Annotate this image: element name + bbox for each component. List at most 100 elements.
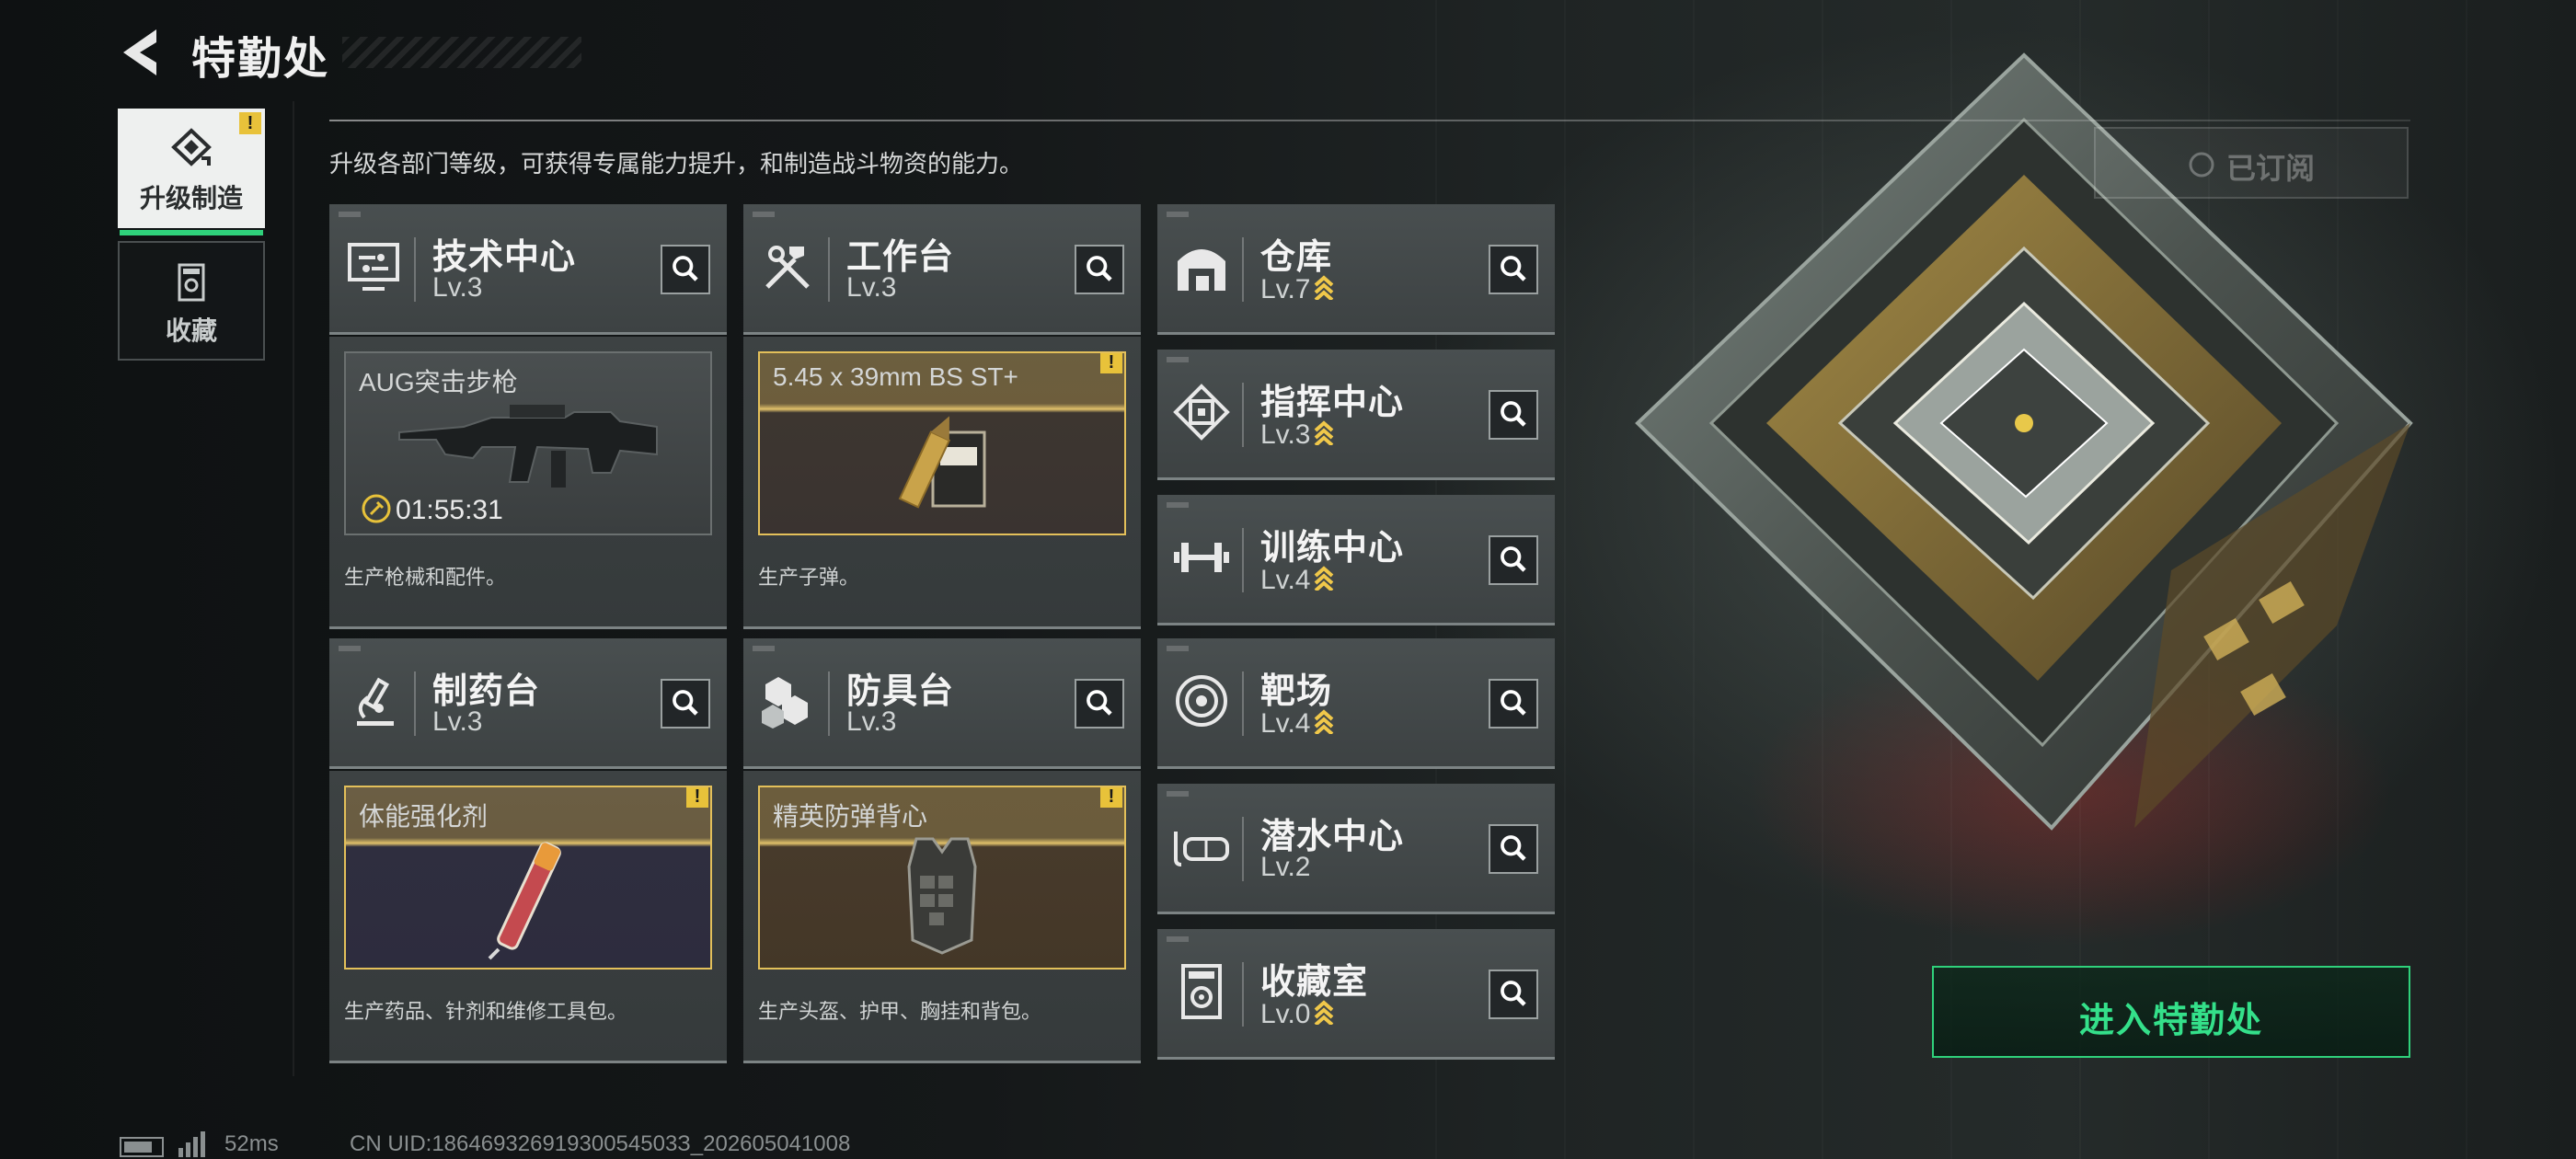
production-description: 生产药品、针剂和维修工具包。: [344, 1000, 628, 1023]
card-decoration: [1167, 936, 1189, 942]
production-item-name: 体能强化剂: [359, 802, 489, 831]
dept-name: 潜水中心: [1260, 818, 1405, 856]
armor-vest-image: [907, 837, 977, 955]
dept-level-text: Lv.3: [432, 272, 483, 303]
dept-level: Lv.3: [432, 272, 482, 304]
collection-room-icon: [1181, 964, 1222, 1019]
dept-level: Lv.3: [432, 706, 482, 738]
search-icon[interactable]: [1489, 245, 1538, 294]
card-divider: [1242, 237, 1244, 302]
aug-rifle-image: [398, 405, 658, 488]
search-icon[interactable]: [1489, 390, 1538, 440]
page-description: 升级各部门等级，可获得专属能力提升，和制造战斗物资的能力。: [329, 150, 1024, 178]
dept-card-armor-bench[interactable]: 防具台 Lv.3: [743, 638, 1141, 769]
tab-collection[interactable]: 收藏: [118, 241, 265, 361]
search-icon[interactable]: [1489, 679, 1538, 729]
dept-level: Lv.2: [1260, 852, 1310, 883]
card-decoration: [1167, 646, 1189, 651]
subscribed-label: 已订阅: [2226, 152, 2316, 185]
dept-card-workbench[interactable]: 工作台 Lv.3: [743, 204, 1141, 335]
search-icon[interactable]: [1489, 970, 1538, 1019]
production-item-vest[interactable]: 精英防弹背心 !: [758, 786, 1126, 970]
upgrade-available-icon: [1315, 420, 1334, 445]
dept-level-text: Lv.4: [1260, 708, 1311, 739]
dept-card-collection-room[interactable]: 收藏室 Lv.0: [1157, 929, 1555, 1060]
card-decoration: [339, 212, 361, 217]
card-divider: [414, 671, 416, 736]
back-arrow-icon[interactable]: [118, 26, 164, 79]
tech-center-icon: [348, 243, 399, 291]
dept-card-training-center[interactable]: 训练中心 Lv.4: [1157, 495, 1555, 625]
pharmacy-icon: [357, 677, 394, 726]
card-decoration: [1167, 502, 1189, 508]
card-divider: [1242, 671, 1244, 736]
ammo-box-image: [898, 416, 986, 509]
dept-card-diving-center[interactable]: 潜水中心 Lv.2: [1157, 784, 1555, 914]
search-icon[interactable]: [1489, 824, 1538, 874]
dept-level-text: Lv.4: [1260, 565, 1311, 595]
dept-name: 收藏室: [1260, 963, 1369, 1002]
production-panel-pharmacy: 体能强化剂 ! 生产药品、针剂和维修工具包。: [329, 771, 727, 1063]
search-icon[interactable]: [1489, 535, 1538, 585]
workbench-icon: [765, 246, 810, 289]
dept-name: 技术中心: [432, 238, 577, 277]
search-icon[interactable]: [1075, 245, 1124, 294]
dept-level: Lv.3: [846, 706, 896, 738]
tab-upgrade-manufacture[interactable]: 升级制造 !: [118, 109, 265, 235]
dept-name: 训练中心: [1260, 529, 1405, 568]
diving-center-icon: [1174, 832, 1229, 866]
card-divider: [828, 237, 830, 302]
active-tab-indicator: [120, 230, 263, 235]
subscribed-icon: [2189, 152, 2214, 178]
signal-icon: [178, 1131, 205, 1157]
card-divider: [1242, 528, 1244, 592]
production-panel-workbench: 5.45 x 39mm BS ST+ ! 生产子弹。: [743, 337, 1141, 629]
command-center-icon: [1173, 384, 1230, 441]
dept-name: 工作台: [846, 238, 955, 277]
dept-name: 制药台: [432, 672, 541, 711]
dept-level: Lv.3: [846, 272, 896, 304]
upgrade-manufacture-icon: [171, 128, 212, 166]
page-title: 特勤处: [191, 35, 330, 84]
upgrade-available-icon: [1315, 709, 1334, 734]
production-item-ammo[interactable]: 5.45 x 39mm BS ST+ !: [758, 351, 1126, 535]
dept-level-text: Lv.0: [1260, 999, 1311, 1029]
dept-level-text: Lv.7: [1260, 274, 1311, 304]
dept-name: 靶场: [1260, 672, 1333, 711]
enter-special-ops-button[interactable]: 进入特勤处: [1932, 966, 2410, 1058]
search-icon[interactable]: [661, 679, 710, 729]
search-icon[interactable]: [661, 245, 710, 294]
dept-card-pharmacy[interactable]: 制药台 Lv.3: [329, 638, 727, 769]
dept-name: 防具台: [846, 672, 955, 711]
dept-level-text: Lv.3: [846, 272, 897, 303]
dept-level: Lv.7: [1260, 272, 1334, 305]
production-timer: 01:55:31: [361, 493, 503, 526]
card-divider: [828, 671, 830, 736]
production-item-stimulant[interactable]: 体能强化剂 !: [344, 786, 712, 970]
dept-card-command-center[interactable]: 指挥中心 Lv.3: [1157, 350, 1555, 480]
search-icon[interactable]: [1075, 679, 1124, 729]
dept-level-text: Lv.3: [432, 706, 483, 737]
production-description: 生产子弹。: [758, 566, 860, 589]
ping-latency: 52ms: [224, 1131, 279, 1156]
upgrade-available-icon: [1315, 566, 1334, 591]
alert-badge: !: [1100, 787, 1122, 808]
dept-card-tech-center[interactable]: 技术中心 Lv.3: [329, 204, 727, 335]
dept-level-text: Lv.3: [846, 706, 897, 737]
wrench-timer-icon: [362, 494, 391, 523]
stimulant-syringe-image: [488, 842, 561, 960]
tab-label: 收藏: [165, 316, 217, 345]
enter-button-label: 进入特勤处: [2078, 1002, 2263, 1040]
shooting-range-icon: [1176, 675, 1227, 727]
dept-level: Lv.4: [1260, 563, 1334, 596]
production-item-aug[interactable]: AUG突击步枪 01:55:31: [344, 351, 712, 535]
dept-level-text: Lv.3: [1260, 419, 1311, 450]
dept-card-shooting-range[interactable]: 靶场 Lv.4: [1157, 638, 1555, 769]
battery-icon: [120, 1137, 164, 1157]
subscribed-button[interactable]: 已订阅: [2094, 127, 2409, 199]
alert-badge: !: [1100, 353, 1122, 373]
timer-text: 01:55:31: [396, 495, 503, 525]
separator-line: [293, 101, 294, 1076]
production-description: 生产头盔、护甲、胸挂和背包。: [758, 1000, 1042, 1023]
dept-card-warehouse[interactable]: 仓库 Lv.7: [1157, 204, 1555, 335]
